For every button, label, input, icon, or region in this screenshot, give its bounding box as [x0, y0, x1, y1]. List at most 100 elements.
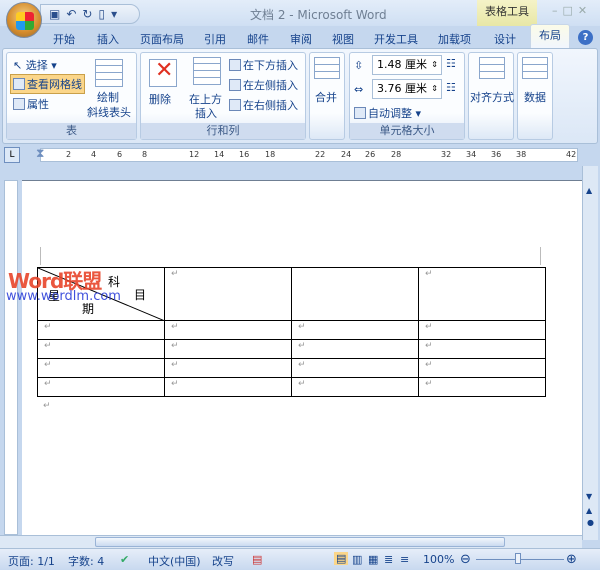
tab-view[interactable]: 视图 [332, 31, 354, 47]
table-cell[interactable]: ↵ [291, 358, 419, 378]
scroll-up-icon[interactable]: ▲ [586, 186, 592, 195]
row-height-input[interactable]: 1.48 厘米 ⇕ [372, 55, 442, 75]
zoom-level[interactable]: 100% [423, 553, 454, 566]
table-cell[interactable]: ↵ [291, 339, 419, 359]
paragraph-mark: ↵ [43, 401, 51, 411]
draft-view-icon[interactable]: ≡ [400, 553, 409, 566]
scroll-down-icon[interactable]: ▼ [586, 492, 592, 501]
word-count[interactable]: 字数: 4 [68, 553, 104, 569]
overtype-mode[interactable]: 改写 [212, 553, 234, 569]
merge-icon [314, 57, 340, 79]
table-cell[interactable]: ↵ [291, 320, 419, 340]
tab-mailings[interactable]: 邮件 [247, 31, 269, 47]
table-cell[interactable]: ↵ [418, 339, 546, 359]
indent-marker-icon[interactable]: ⧗ [36, 146, 44, 161]
properties-button[interactable]: 属性 [13, 96, 49, 112]
ruler-tick: 34 [466, 150, 477, 159]
help-icon[interactable]: ? [578, 30, 593, 45]
tab-addins[interactable]: 加载项 [438, 31, 471, 47]
gridlines-icon [13, 78, 25, 90]
insert-right-button[interactable]: 在右侧插入 [229, 97, 298, 113]
tab-home[interactable]: 开始 [53, 31, 75, 47]
tab-review[interactable]: 审阅 [290, 31, 312, 47]
browse-object-icon[interactable]: ● [587, 518, 594, 527]
ruler-tick: 6 [117, 150, 123, 159]
table-cell[interactable]: ↵ [37, 320, 165, 340]
insert-above-icon [193, 57, 221, 85]
group-label: 表 [7, 123, 136, 139]
ruler-tick: 32 [441, 150, 452, 159]
window-controls[interactable]: –□✕ [552, 4, 592, 17]
tab-page-layout[interactable]: 页面布局 [140, 31, 184, 47]
table-cell[interactable]: ↵ [418, 358, 546, 378]
table-cell[interactable]: ↵ [164, 339, 292, 359]
table-cell[interactable]: ↵ [164, 320, 292, 340]
zoom-slider-thumb[interactable] [515, 553, 521, 564]
window-title: 文档 2 - Microsoft Word [250, 8, 387, 22]
alignment-icon [479, 57, 505, 79]
web-layout-view-icon[interactable]: ▦ [368, 553, 378, 566]
distribute-rows-icon[interactable]: ☷ [446, 57, 456, 70]
tab-design[interactable]: 设计 [494, 31, 516, 47]
table-cell[interactable]: ↵ [164, 358, 292, 378]
outline-view-icon[interactable]: ≣ [384, 553, 393, 566]
zoom-out-button[interactable]: ⊖ [460, 552, 471, 567]
column-width-input[interactable]: 3.76 厘米 ⇕ [372, 79, 442, 99]
close-button[interactable]: ✕ [578, 4, 592, 17]
alignment-button[interactable]: 对齐方式 [470, 89, 514, 105]
table-cell[interactable]: ↵ [164, 267, 292, 321]
zoom-in-button[interactable]: ⊕ [566, 552, 577, 567]
view-gridlines-button[interactable]: 查看网格线 [10, 74, 85, 94]
proofing-icon[interactable]: ✔ [120, 553, 129, 566]
minimize-button[interactable]: – [552, 4, 563, 17]
draw-diagonal-header-button[interactable]: 绘制 [97, 89, 119, 105]
tab-selector[interactable]: L [4, 147, 20, 163]
save-icon[interactable]: ▣ [49, 7, 66, 21]
select-button[interactable]: ↖ 选择 ▾ [13, 57, 57, 73]
office-button[interactable] [6, 2, 42, 38]
insert-left-button[interactable]: 在左侧插入 [229, 77, 298, 93]
insert-below-button[interactable]: 在下方插入 [229, 57, 298, 73]
draw-diagonal-header-label[interactable]: 斜线表头 [87, 104, 131, 120]
language[interactable]: 中文(中国) [148, 553, 201, 569]
table-cell[interactable]: ↵ [37, 358, 165, 378]
merge-button[interactable]: 合并 [315, 89, 337, 105]
tab-layout[interactable]: 布局 [530, 24, 570, 48]
prev-page-icon[interactable]: ▲ [586, 506, 592, 515]
vertical-ruler[interactable] [4, 180, 18, 535]
macro-record-icon[interactable]: ▤ [252, 553, 262, 566]
table-cell[interactable]: ↵ [37, 377, 165, 397]
tab-developer[interactable]: 开发工具 [374, 31, 418, 47]
tab-insert[interactable]: 插入 [97, 31, 119, 47]
table-cell[interactable]: ↵ [418, 377, 546, 397]
delete-button[interactable]: 删除 [149, 91, 171, 107]
table-cell[interactable] [291, 267, 419, 321]
undo-icon[interactable]: ↶ [66, 7, 82, 21]
insert-above-label[interactable]: 插入 [195, 105, 217, 121]
customize-icon[interactable]: ▾ [111, 7, 123, 21]
tab-references[interactable]: 引用 [204, 31, 226, 47]
document-table[interactable]: 科 目 星 期 ↵ ↵ ↵ ↵ ↵ ↵ ↵ ↵ ↵ ↵ ↵ ↵ ↵ ↵ ↵ ↵ ↵ ↵ [37, 267, 546, 397]
office-logo-icon [16, 12, 34, 30]
redo-icon[interactable]: ↻ [82, 7, 98, 21]
distribute-columns-icon[interactable]: ☷ [446, 81, 456, 94]
horizontal-scroll-thumb[interactable] [95, 537, 505, 547]
group-cell-size: ⇳ 1.48 厘米 ⇕ 3.76 厘米 ⇕ ⇔ ☷ ☷ 自动调整 ▾ 单元格大小 [349, 52, 465, 140]
table-cell[interactable]: ↵ [418, 320, 546, 340]
vertical-scrollbar[interactable]: ▲ ▼ ▲ ● [582, 166, 598, 540]
maximize-button[interactable]: □ [563, 4, 578, 17]
quick-access-toolbar[interactable]: ▣↶↻▯▾ [40, 4, 140, 24]
page-count[interactable]: 页面: 1/1 [8, 553, 55, 569]
autofit-button[interactable]: 自动调整 ▾ [354, 105, 421, 121]
print-layout-view-icon[interactable]: ▤ [334, 552, 349, 565]
ruler-tick: 8 [142, 150, 148, 159]
table-cell[interactable]: ↵ [418, 267, 546, 321]
status-bar: 页面: 1/1 字数: 4 ✔ 中文(中国) 改写 ▤ ▤ ▥ ▦ ≣ ≡ 10… [0, 548, 600, 570]
full-screen-view-icon[interactable]: ▥ [352, 553, 362, 566]
ruler-tick: 24 [341, 150, 352, 159]
table-cell[interactable]: ↵ [164, 377, 292, 397]
table-cell[interactable]: ↵ [37, 339, 165, 359]
table-cell[interactable]: ↵ [291, 377, 419, 397]
data-button[interactable]: 数据 [524, 89, 546, 105]
new-doc-icon[interactable]: ▯ [98, 7, 111, 21]
